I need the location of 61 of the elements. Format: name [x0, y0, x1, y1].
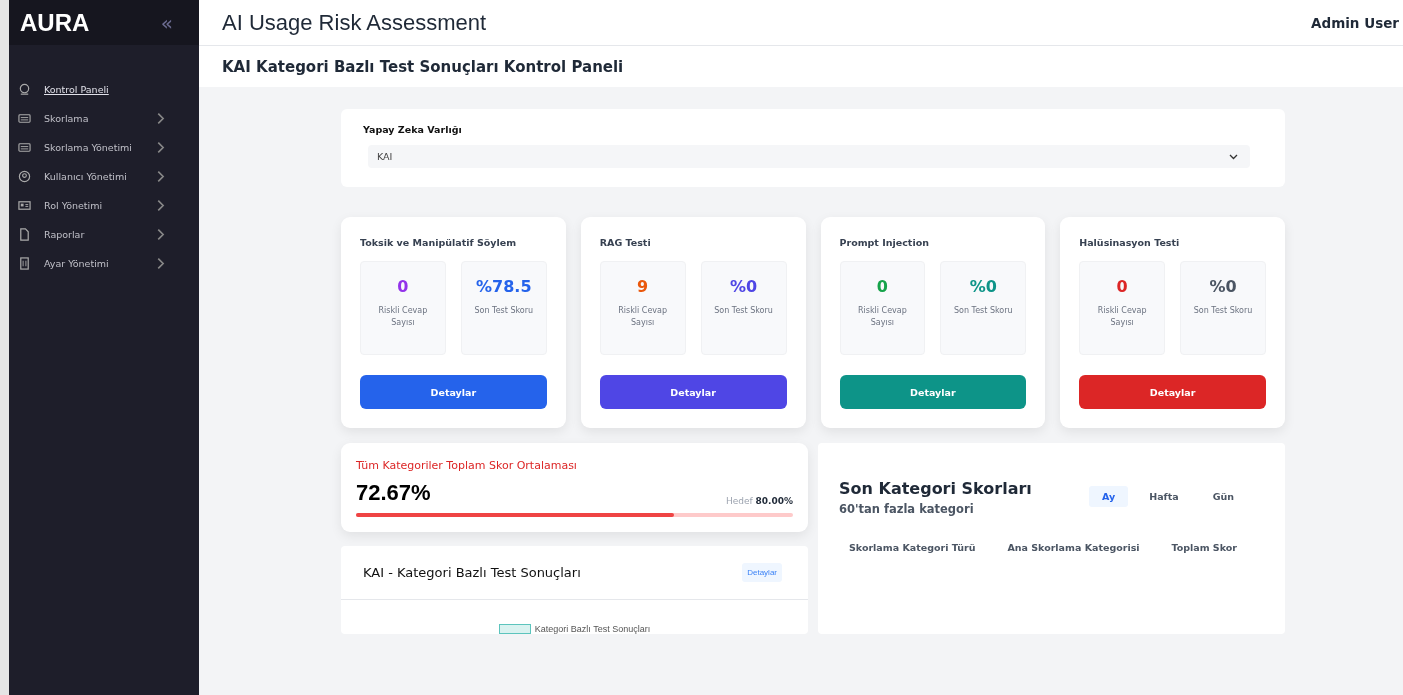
stat-label: Riskli Cevap Sayısı — [377, 305, 429, 329]
entity-dropdown[interactable]: KAI — [368, 145, 1250, 168]
column-header: Toplam Skor — [1171, 542, 1237, 553]
stat-label: Son Test Skoru — [953, 305, 1014, 317]
building-icon — [18, 257, 31, 270]
document-icon — [18, 228, 31, 241]
target-score: Hedef 80.00% — [725, 496, 793, 506]
sidebar-item[interactable]: Skorlama — [9, 104, 199, 133]
sidebar-item[interactable]: Raporlar — [9, 220, 199, 249]
sidebar-item[interactable]: Rol Yönetimi — [9, 191, 199, 220]
stat-value: %0 — [729, 277, 758, 296]
period-tab[interactable]: Gün — [1199, 486, 1247, 507]
column-header: Skorlama Kategori Türü — [849, 542, 976, 553]
stat-value: 9 — [637, 277, 649, 296]
sidebar-item[interactable]: Ayar Yönetimi — [9, 249, 199, 278]
card-title: Toksik ve Manipülatif Söylem — [360, 237, 518, 248]
user-name[interactable]: Admin User — [1311, 14, 1399, 31]
details-button[interactable]: Detaylar — [1079, 375, 1266, 409]
card-title: Tüm Kategoriler Toplam Skor Ortalaması — [356, 459, 578, 472]
legend-label: Kategori Bazlı Test Sonuçları — [534, 624, 651, 634]
stat-label: Son Test Skoru — [473, 305, 534, 317]
sidebar-item[interactable]: Kontrol Paneli — [9, 75, 199, 104]
stat-value: %0 — [969, 277, 997, 296]
keyboard-icon — [18, 112, 31, 125]
page-title: KAI Kategori Bazlı Test Sonuçları Kontrol Paneli — [199, 46, 1403, 87]
app-title: AI Usage Risk Assessment — [222, 9, 487, 36]
stat-label: Son Test Skoru — [1193, 305, 1254, 317]
chevron-down-icon — [1229, 153, 1238, 160]
stat-label: Riskli Cevap Sayısı — [857, 305, 908, 329]
user-circle-icon — [18, 170, 31, 183]
stat-value: 0 — [876, 277, 888, 296]
period-tab[interactable]: Ay — [1089, 486, 1129, 507]
stat-value: %0 — [1209, 277, 1237, 296]
legend-swatch — [498, 624, 531, 634]
stat-value: 0 — [397, 277, 409, 296]
stat-value: %78.5 — [476, 277, 532, 296]
card-title: KAI - Kategori Bazlı Test Sonuçları — [363, 565, 581, 580]
sidebar-item[interactable]: Kullanıcı Yönetimi — [9, 162, 199, 191]
card-subtitle: 60'tan fazla kategori — [839, 502, 975, 516]
average-score: 72.67% — [356, 480, 431, 506]
logo: AURA — [20, 8, 90, 37]
details-button[interactable]: Detaylar — [839, 375, 1027, 409]
sidebar-item[interactable]: Skorlama Yönetimi — [9, 133, 199, 162]
card-title: Son Kategori Skorları — [839, 479, 1032, 498]
field-label: Yapay Zeka Varlığı — [363, 124, 463, 135]
details-button[interactable]: Detaylar — [742, 563, 782, 582]
collapse-button[interactable]: « — [160, 10, 173, 35]
period-tab[interactable]: Hafta — [1136, 486, 1192, 507]
stat-value: 0 — [1116, 277, 1128, 296]
stat-label: Riskli Cevap Sayısı — [617, 305, 669, 329]
card-title: Prompt Injection — [839, 237, 930, 248]
column-header: Ana Skorlama Kategorisi — [1006, 542, 1141, 553]
user-icon — [18, 83, 31, 96]
card-title: RAG Testi — [599, 237, 652, 248]
details-button[interactable]: Detaylar — [599, 375, 787, 409]
keyboard-icon — [18, 141, 31, 154]
stat-label: Riskli Cevap Sayısı — [1096, 305, 1148, 329]
card-title: Halüsinasyon Testi — [1079, 237, 1181, 248]
details-button[interactable]: Detaylar — [360, 375, 547, 409]
stat-label: Son Test Skoru — [713, 305, 774, 317]
id-card-icon — [18, 199, 31, 212]
